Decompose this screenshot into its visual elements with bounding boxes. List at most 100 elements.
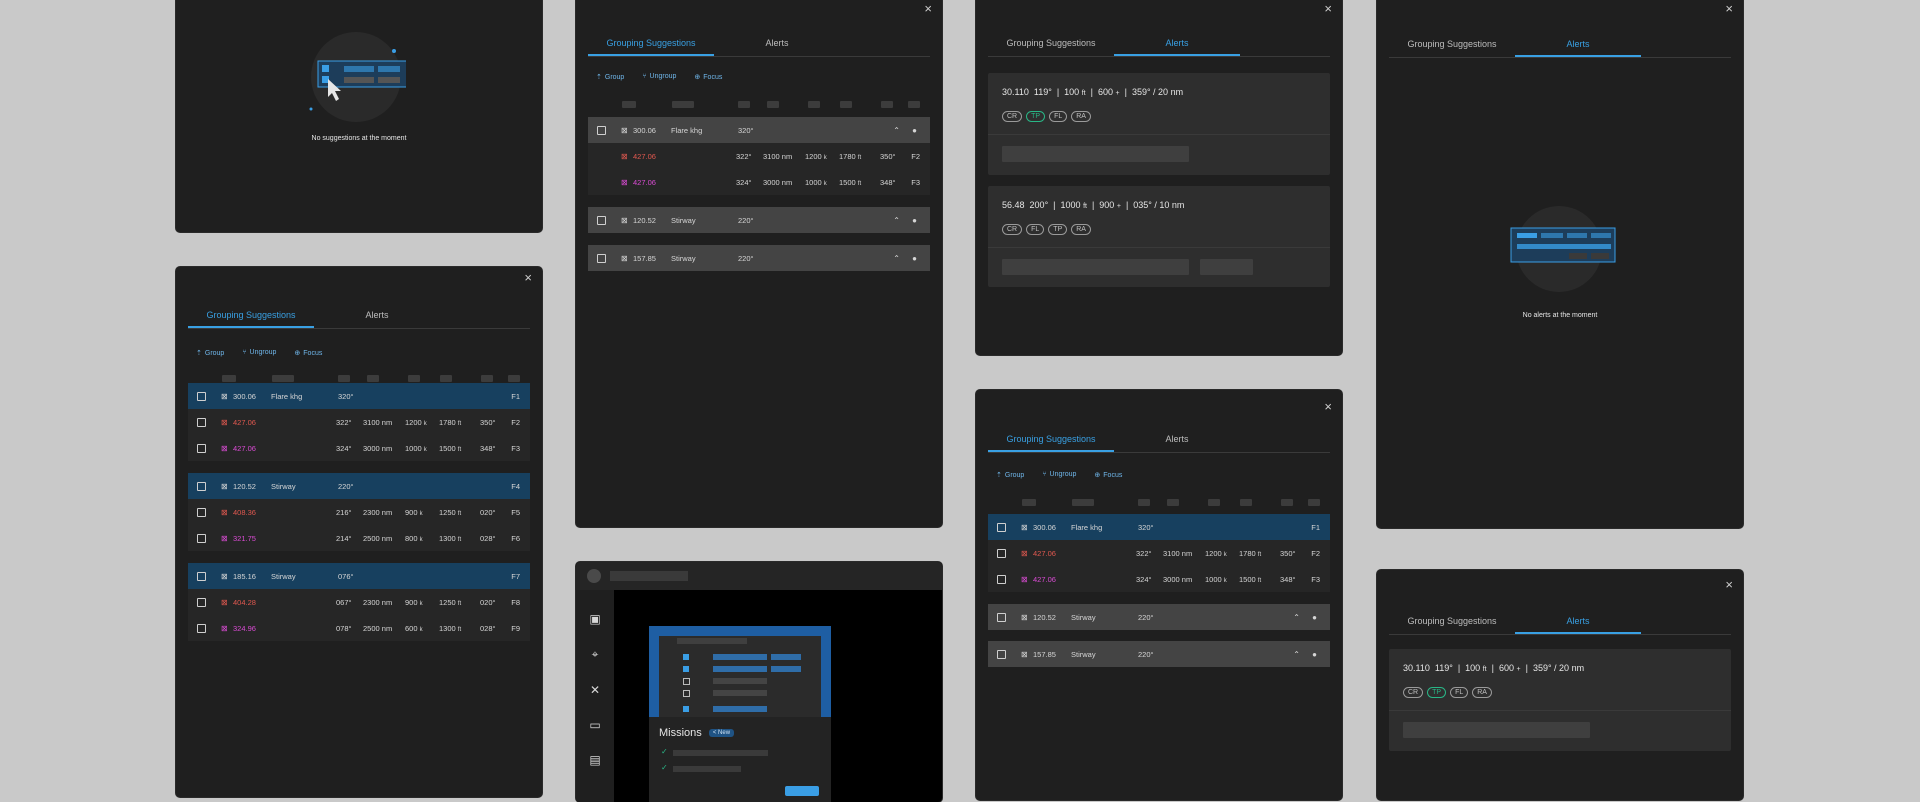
tab-grouping-suggestions[interactable]: Grouping Suggestions <box>588 32 714 56</box>
row-checkbox[interactable] <box>597 215 606 225</box>
group-row-flare[interactable]: ⊠ 300.06 Flare khg 320° F1 <box>988 514 1330 540</box>
row-checkbox[interactable] <box>997 649 1006 659</box>
close-icon[interactable]: × <box>1324 2 1332 15</box>
focus-button[interactable]: ⊕ Focus <box>1094 471 1122 479</box>
chevron-up-icon[interactable]: ⌃ <box>893 254 900 263</box>
tab-grouping-suggestions[interactable]: Grouping Suggestions <box>1389 610 1515 634</box>
chip-cr[interactable]: CR <box>1002 224 1023 235</box>
group-row-stirway-3[interactable]: ⊠ 157.85 Stirway 220° ⌃ ● <box>988 641 1330 667</box>
group-row-flare[interactable]: ⊠ 300.06 Flare khg 320° F1 <box>188 383 530 409</box>
group-button[interactable]: ⇡ Group <box>996 471 1024 479</box>
chip-ra[interactable]: RA <box>1071 224 1091 235</box>
track-row[interactable]: ⊠ 427.06 322° 3100 nm 1200 k 1780 ft 350… <box>188 409 530 435</box>
dot-icon[interactable]: ● <box>1312 613 1317 622</box>
group-row-flare[interactable]: ⊠ 300.06 Flare khg 320° ⌃ ● <box>588 117 930 143</box>
row-checkbox[interactable] <box>997 548 1006 558</box>
row-checkbox[interactable] <box>197 507 206 517</box>
column-headers <box>188 375 530 383</box>
group-button[interactable]: ⇡ Group <box>196 349 224 357</box>
chip-tp[interactable]: TP <box>1427 687 1447 698</box>
group-row-stirway-2[interactable]: ⊠ 185.16 Stirway 076° F7 <box>188 563 530 589</box>
group-row-stirway-3[interactable]: ⊠ 157.85 Stirway 220° ⌃ ● <box>588 245 930 271</box>
alert-card[interactable]: 30.110 119° | 100 ft | 600 + | 359° / 20… <box>1389 649 1731 751</box>
tab-grouping-suggestions[interactable]: Grouping Suggestions <box>1389 33 1515 57</box>
row-checkbox[interactable] <box>197 533 206 543</box>
track-row[interactable]: ⊠ 404.28 067° 2300 nm 900 k 1250 ft 020°… <box>188 589 530 615</box>
close-icon[interactable]: × <box>1725 2 1733 15</box>
chevron-up-icon[interactable]: ⌃ <box>893 216 900 225</box>
tab-alerts[interactable]: Alerts <box>714 32 840 56</box>
alert-card[interactable]: 30.110 119° | 100 ft | 600 + | 359° / 20… <box>988 73 1330 175</box>
focus-button[interactable]: ⊕ Focus <box>694 73 722 81</box>
track-row[interactable]: ⊠ 427.06 324° 3000 nm 1000 k 1500 ft 348… <box>988 566 1330 592</box>
row-checkbox[interactable] <box>997 574 1006 584</box>
track-row[interactable]: ⊠ 427.06 324° 3000 nm 1000 k 1500 ft 348… <box>188 435 530 461</box>
row-checkbox[interactable] <box>197 417 206 427</box>
chevron-up-icon[interactable]: ⌃ <box>1293 650 1300 659</box>
ungroup-button[interactable]: ⑂ Ungroup <box>242 349 276 357</box>
track-row[interactable]: ⊠ 427.06 324° 3000 nm 1000 k 1500 ft 348… <box>588 169 930 195</box>
tab-alerts[interactable]: Alerts <box>1114 428 1240 452</box>
row-checkbox[interactable] <box>997 522 1006 532</box>
tab-grouping-suggestions[interactable]: Grouping Suggestions <box>988 428 1114 452</box>
group-button[interactable]: ⇡ Group <box>596 73 624 81</box>
dot-icon[interactable]: ● <box>912 216 917 225</box>
chip-ra[interactable]: RA <box>1472 687 1492 698</box>
chip-cr[interactable]: CR <box>1002 111 1023 122</box>
action-placeholder[interactable] <box>1002 259 1189 275</box>
action-placeholder[interactable] <box>1200 259 1253 275</box>
row-checkbox[interactable] <box>997 612 1006 622</box>
close-icon[interactable]: × <box>524 271 532 284</box>
tab-grouping-suggestions[interactable]: Grouping Suggestions <box>988 32 1114 56</box>
empty-suggestions-illustration <box>309 32 413 122</box>
devices-icon[interactable]: ▭ <box>588 718 602 732</box>
row-checkbox[interactable] <box>197 597 206 607</box>
image-icon[interactable]: ▣ <box>588 612 602 626</box>
row-checkbox[interactable] <box>197 571 206 581</box>
chevron-up-icon[interactable]: ⌃ <box>893 126 900 135</box>
row-checkbox[interactable] <box>197 391 206 401</box>
row-checkbox[interactable] <box>197 481 206 491</box>
group-row-stirway[interactable]: ⊠ 120.52 Stirway 220° ⌃ ● <box>588 207 930 233</box>
action-placeholder[interactable] <box>1403 722 1590 738</box>
track-row[interactable]: ⊠ 427.06 322° 3100 nm 1200 k 1780 ft 350… <box>588 143 930 169</box>
chip-fl[interactable]: FL <box>1026 224 1045 235</box>
tab-alerts[interactable]: Alerts <box>314 304 440 328</box>
preview-list <box>659 636 821 717</box>
tab-grouping-suggestions[interactable]: Grouping Suggestions <box>188 304 314 328</box>
row-checkbox[interactable] <box>597 125 606 135</box>
action-placeholder[interactable] <box>1002 146 1189 162</box>
dot-icon[interactable]: ● <box>1312 650 1317 659</box>
close-icon[interactable]: × <box>1725 578 1733 591</box>
close-icon[interactable]: × <box>924 2 932 15</box>
chip-ra[interactable]: RA <box>1071 111 1091 122</box>
chip-cr[interactable]: CR <box>1403 687 1424 698</box>
chip-fl[interactable]: FL <box>1049 111 1068 122</box>
dot-icon[interactable]: ● <box>912 254 917 263</box>
tab-alerts[interactable]: Alerts <box>1515 33 1641 57</box>
dot-icon[interactable]: ● <box>912 126 917 135</box>
track-row[interactable]: ⊠ 427.06 322° 3100 nm 1200 k 1780 ft 350… <box>988 540 1330 566</box>
close-icon[interactable]: × <box>1324 400 1332 413</box>
group-row-stirway[interactable]: ⊠ 120.52 Stirway 220° ⌃ ● <box>988 604 1330 630</box>
group-row-stirway[interactable]: ⊠ 120.52 Stirway 220° F4 <box>188 473 530 499</box>
chevron-up-icon[interactable]: ⌃ <box>1293 613 1300 622</box>
tab-alerts[interactable]: Alerts <box>1515 610 1641 634</box>
chip-tp[interactable]: TP <box>1048 224 1068 235</box>
tab-alerts[interactable]: Alerts <box>1114 32 1240 56</box>
chat-icon[interactable]: ▤ <box>588 753 602 767</box>
row-checkbox[interactable] <box>597 253 606 263</box>
ungroup-button[interactable]: ⑂ Ungroup <box>1042 471 1076 479</box>
track-row[interactable]: ⊠ 321.75 214° 2500 nm 800 k 1300 ft 028°… <box>188 525 530 551</box>
focus-button[interactable]: ⊕ Focus <box>294 349 322 357</box>
row-checkbox[interactable] <box>197 623 206 633</box>
track-row[interactable]: ⊠ 324.96 078° 2500 nm 600 k 1300 ft 028°… <box>188 615 530 641</box>
track-row[interactable]: ⊠ 408.36 216° 2300 nm 900 k 1250 ft 020°… <box>188 499 530 525</box>
chip-tp[interactable]: TP <box>1026 111 1046 122</box>
tools-icon[interactable]: ✕ <box>588 683 602 697</box>
row-checkbox[interactable] <box>197 443 206 453</box>
chip-fl[interactable]: FL <box>1450 687 1469 698</box>
ungroup-button[interactable]: ⑂ Ungroup <box>642 73 676 81</box>
alert-card[interactable]: 56.48 200° | 1000 ft | 900 + | 035° / 10… <box>988 186 1330 287</box>
crosshair-icon[interactable]: ⌖ <box>588 647 602 661</box>
